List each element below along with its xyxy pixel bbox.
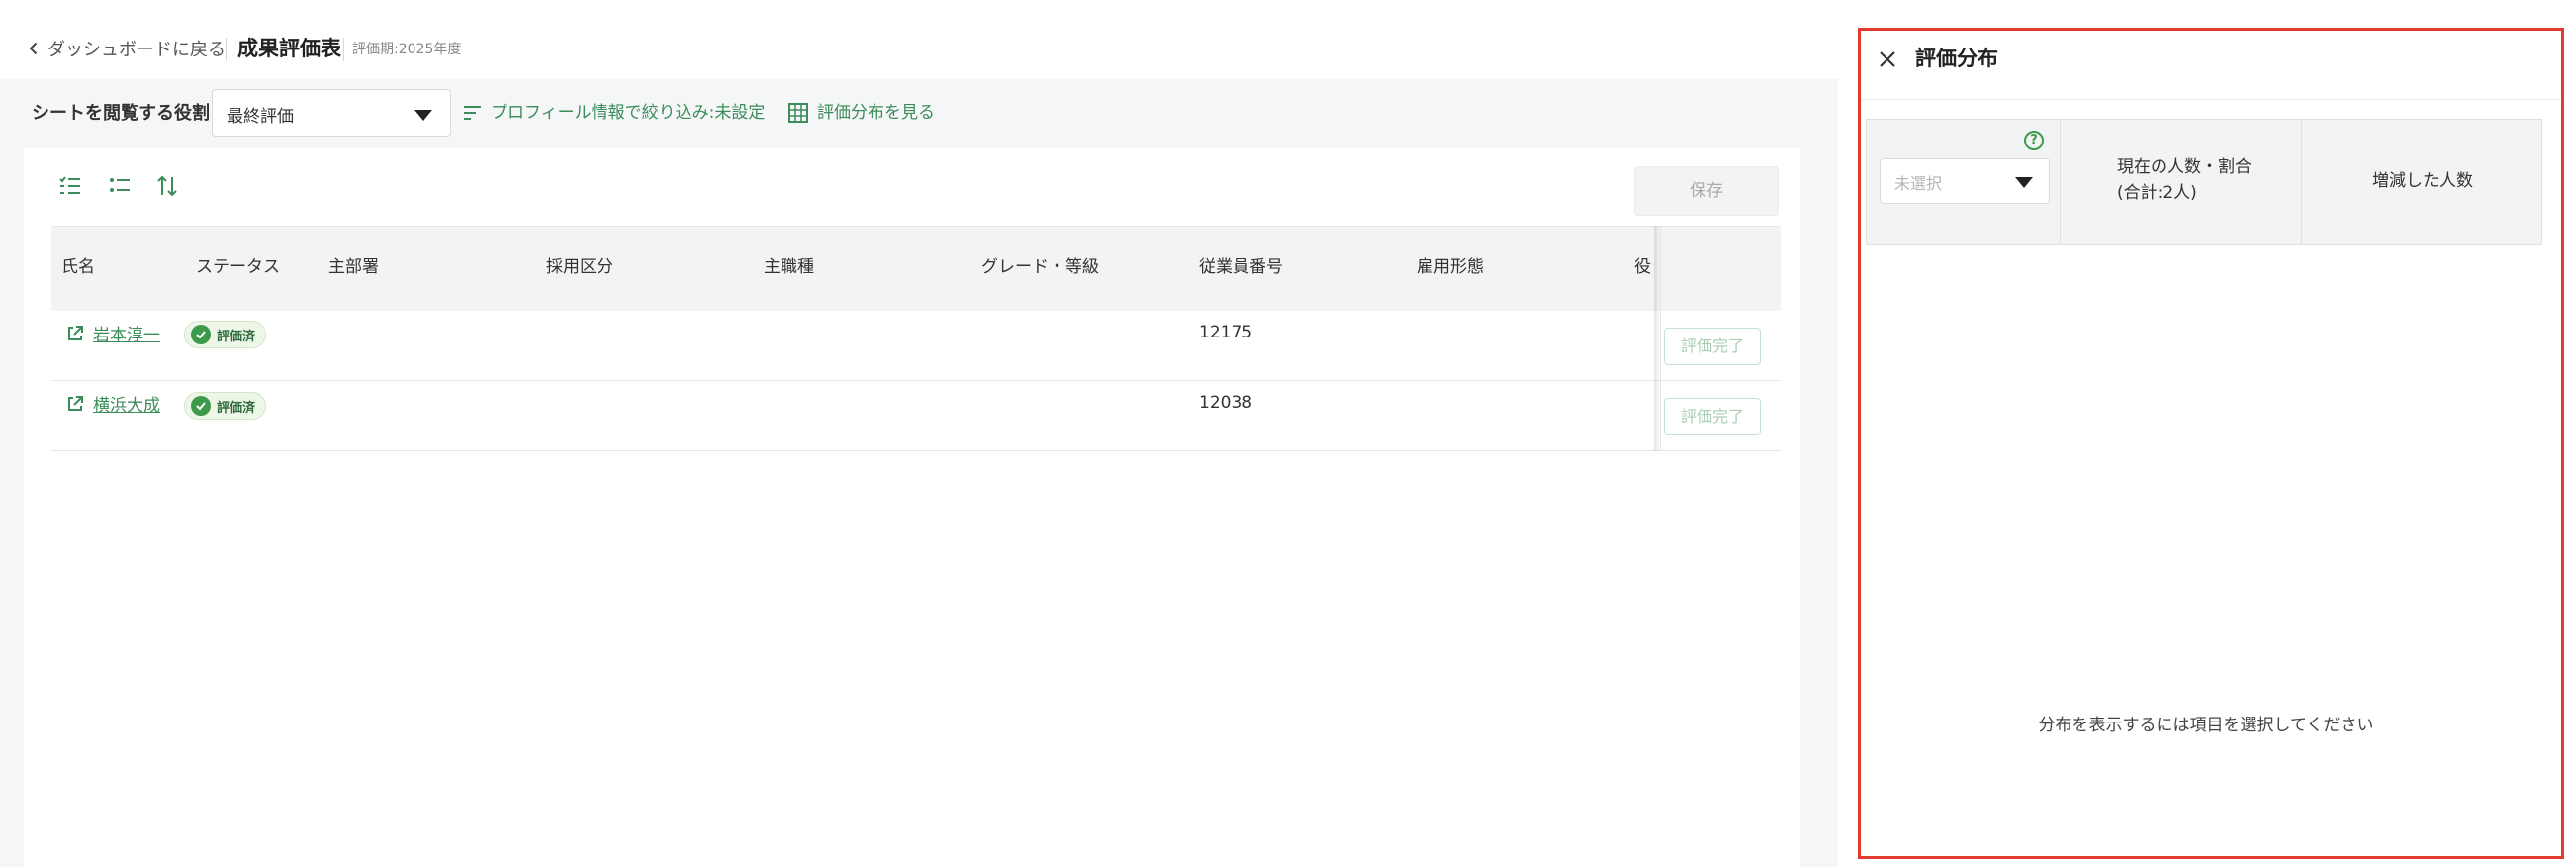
divider [1861, 99, 2561, 100]
divider [226, 38, 227, 61]
status-label: 評価済 [217, 329, 256, 344]
page-gutter [0, 148, 24, 867]
table-row [51, 311, 1781, 381]
column-header-job-type[interactable]: 主職種 [764, 255, 814, 279]
status-badge: 評価済 [184, 392, 267, 420]
back-to-dashboard-link[interactable]: ダッシュボードに戻る [26, 34, 226, 63]
column-header-hiring-type[interactable]: 採用区分 [546, 255, 613, 279]
sort-icon[interactable] [154, 173, 180, 199]
table-row [51, 381, 1781, 451]
distribution-item-select[interactable]: 未選択 [1880, 158, 2050, 204]
employee-number: 12175 [1199, 323, 1253, 342]
divider [2301, 120, 2302, 244]
role-label: シートを閲覧する役割 [32, 103, 210, 124]
evaluation-complete-button[interactable]: 評価完了 [1664, 398, 1761, 435]
filter-lines-icon [464, 106, 481, 120]
column-header-role[interactable]: 役 [1634, 255, 1651, 279]
table-header [51, 226, 1781, 313]
view-distribution-label: 評価分布を見る [817, 103, 935, 123]
employee-name-link[interactable]: 岩本淳一 [65, 321, 160, 345]
divider [2060, 120, 2061, 244]
profile-filter-link[interactable]: プロフィール情報で絞り込み:未設定 [463, 98, 765, 128]
current-count-label: 現在の人数・割合 [2117, 157, 2252, 177]
table-grid-icon [788, 103, 808, 123]
status-label: 評価済 [217, 400, 256, 416]
profile-filter-label: プロフィール情報で絞り込み:未設定 [491, 103, 766, 123]
panel-title: 評価分布 [1915, 47, 1998, 70]
column-header-employment-type[interactable]: 雇用形態 [1417, 255, 1484, 279]
select-placeholder: 未選択 [1894, 174, 1943, 193]
empty-state-message: 分布を表示するには項目を選択してください [2038, 716, 2374, 735]
caret-down-icon [414, 110, 432, 121]
change-count-header: 増減した人数 [2372, 171, 2473, 191]
check-circle-icon [191, 325, 211, 344]
external-link-icon [68, 395, 83, 411]
column-header-name[interactable]: 氏名 [61, 255, 95, 279]
back-label: ダッシュボードに戻る [47, 40, 226, 60]
evaluation-period: 評価期:2025年度 [352, 42, 462, 57]
employee-name: 横浜大成 [93, 396, 160, 416]
column-header-grade[interactable]: グレード・等級 [981, 255, 1099, 279]
help-icon[interactable]: ? [2024, 131, 2044, 150]
evaluation-complete-button[interactable]: 評価完了 [1664, 328, 1761, 365]
check-circle-icon [191, 396, 211, 416]
view-distribution-link[interactable]: 評価分布を見る [787, 98, 935, 128]
employee-name-link[interactable]: 横浜大成 [65, 391, 160, 416]
close-icon[interactable] [1876, 48, 1899, 71]
role-select-value: 最終評価 [227, 107, 294, 127]
current-count-header: 現在の人数・割合 (合計:2人) [2117, 154, 2252, 206]
current-total-label: (合計:2人) [2117, 183, 2197, 203]
employee-number: 12038 [1199, 393, 1253, 413]
column-header-status[interactable]: ステータス [196, 255, 280, 279]
page-gutter [1800, 148, 1838, 867]
employee-name: 岩本淳一 [93, 326, 160, 345]
page-title: 成果評価表 [237, 37, 341, 60]
status-badge: 評価済 [184, 321, 267, 348]
divider [1660, 226, 1661, 451]
chevron-left-icon [29, 42, 38, 55]
checklist-icon[interactable] [57, 173, 83, 199]
role-select[interactable]: 最終評価 [212, 89, 451, 137]
column-header-employee-number[interactable]: 従業員番号 [1199, 255, 1283, 279]
external-link-icon [68, 325, 83, 340]
save-button[interactable]: 保存 [1634, 166, 1779, 216]
list-icon[interactable] [107, 173, 133, 199]
divider [343, 38, 344, 61]
column-header-department[interactable]: 主部署 [328, 255, 379, 279]
caret-down-icon [2015, 177, 2033, 188]
